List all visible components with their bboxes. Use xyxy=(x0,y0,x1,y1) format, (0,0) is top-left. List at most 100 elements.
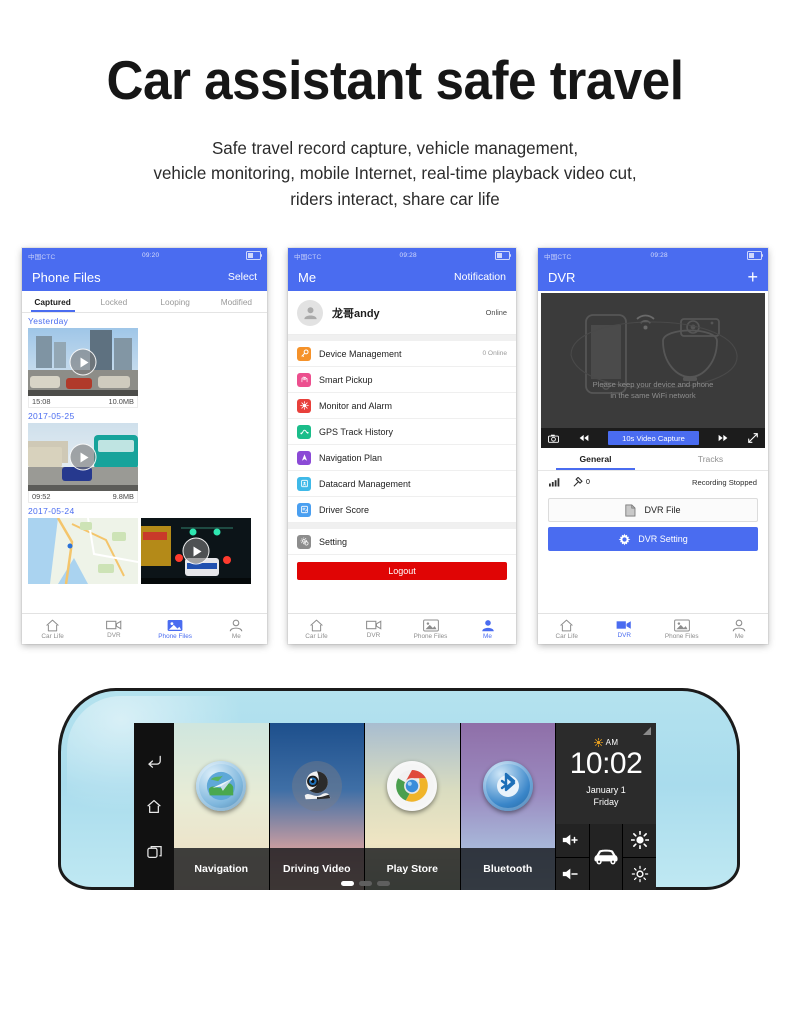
widget-column: AM 10:02 January 1 Friday xyxy=(556,723,656,890)
photos-icon xyxy=(673,618,690,632)
tab-label: Phone Files xyxy=(158,632,192,640)
map-thumbnail[interactable] xyxy=(28,518,138,584)
add-device-button[interactable]: + xyxy=(747,268,758,286)
play-icon[interactable] xyxy=(69,348,97,376)
dvr-file-button[interactable]: DVR File xyxy=(548,498,758,522)
date-group-label: 2017-05-25 xyxy=(28,411,75,421)
subtitle-line-3: riders interact, share car life xyxy=(290,188,500,209)
tab-phone-files[interactable]: Phone Files xyxy=(402,614,459,644)
dvr-preview[interactable]: Please keep your device and phone in the… xyxy=(541,293,765,448)
page-dot-active[interactable] xyxy=(340,881,354,886)
menu-item-monitor-alarm[interactable]: Monitor and Alarm xyxy=(288,393,516,419)
tab-car-life[interactable]: Car Life xyxy=(288,614,345,644)
tab-captured[interactable]: Captured xyxy=(22,291,83,312)
nav-title: DVR xyxy=(548,269,576,285)
recents-icon[interactable] xyxy=(146,845,162,859)
page-subtitle: Safe travel record capture, vehicle mana… xyxy=(12,136,778,212)
rewind-icon[interactable] xyxy=(579,434,589,442)
menu-item-device-management[interactable]: Device Management 0 Online xyxy=(288,341,516,367)
select-button[interactable]: Select xyxy=(228,271,257,283)
status-bar: 中国CTC 09:20 xyxy=(22,248,267,263)
nav-bar: DVR + xyxy=(538,263,768,291)
home-icon xyxy=(560,619,573,631)
brightness-high-button[interactable] xyxy=(623,824,656,857)
alarm-icon xyxy=(297,398,311,413)
tab-label: Car Life xyxy=(305,632,328,640)
fullscreen-icon[interactable] xyxy=(748,433,758,443)
hero-section: Car assistant safe travel Safe travel re… xyxy=(0,0,790,212)
satellite-status: 0 xyxy=(573,477,590,487)
clock-time: 10:02 xyxy=(569,747,643,781)
media-row xyxy=(22,518,267,584)
dvr-setting-button[interactable]: DVR Setting xyxy=(548,527,758,551)
tab-dvr[interactable]: DVR xyxy=(596,614,654,644)
tab-locked[interactable]: Locked xyxy=(83,291,144,312)
menu-item-datacard-management[interactable]: Datacard Management xyxy=(288,471,516,497)
tab-general[interactable]: General xyxy=(538,448,653,470)
notification-button[interactable]: Notification xyxy=(454,271,506,283)
video-meta: 09:52 9.8MB xyxy=(28,491,138,503)
app-tile-play-store[interactable]: Play Store xyxy=(365,723,461,890)
menu-item-navigation-plan[interactable]: Navigation Plan xyxy=(288,445,516,471)
tab-car-life[interactable]: Car Life xyxy=(22,614,83,644)
app-label: Play Store xyxy=(386,863,438,875)
bottom-tab-bar: Car Life DVR Phone Files Me xyxy=(22,613,267,644)
person-icon xyxy=(303,306,317,319)
signal-bars-icon xyxy=(549,478,560,487)
camera-icon[interactable] xyxy=(548,434,559,443)
map-icon xyxy=(28,518,138,584)
clock-widget[interactable]: AM 10:02 January 1 Friday xyxy=(556,723,656,824)
tab-me[interactable]: Me xyxy=(206,614,267,644)
home-icon[interactable] xyxy=(146,799,162,814)
menu-item-setting[interactable]: Setting xyxy=(288,529,516,555)
nav-bar: Phone Files Select xyxy=(22,263,267,291)
tab-modified[interactable]: Modified xyxy=(206,291,267,312)
clock-date-line-2: Friday xyxy=(593,797,619,807)
menu-item-gps-track-history[interactable]: GPS Track History xyxy=(288,419,516,445)
tab-me[interactable]: Me xyxy=(459,614,516,644)
fast-forward-icon[interactable] xyxy=(718,434,728,442)
photos-icon xyxy=(422,618,439,632)
app-tile-bluetooth[interactable]: Bluetooth xyxy=(460,723,556,890)
tab-label: Phone Files xyxy=(664,632,699,640)
pairing-illustration xyxy=(570,314,738,394)
capture-button[interactable]: 10s Video Capture xyxy=(608,431,699,445)
date-group-label: Yesterday xyxy=(28,316,69,326)
volume-up-button[interactable] xyxy=(556,824,589,857)
tab-looping[interactable]: Looping xyxy=(145,291,206,312)
clock-date-line-1: January 1 xyxy=(586,785,626,796)
video-time: 09:52 xyxy=(32,492,51,501)
globe-navigation-icon xyxy=(196,760,247,811)
ampm-row: AM xyxy=(593,738,619,748)
page-dot[interactable] xyxy=(376,881,390,886)
button-label: DVR File xyxy=(644,505,681,515)
volume-down-button[interactable] xyxy=(556,857,589,890)
play-icon[interactable] xyxy=(69,443,97,471)
play-icon[interactable] xyxy=(182,537,210,565)
car-button[interactable] xyxy=(589,824,623,890)
video-thumbnail[interactable] xyxy=(28,328,138,396)
status-bar: 中国CTC 09:28 xyxy=(538,248,768,263)
brightness-low-button[interactable] xyxy=(623,857,656,890)
back-icon[interactable] xyxy=(146,754,162,769)
tab-phone-files[interactable]: Phone Files xyxy=(145,614,206,644)
profile-row[interactable]: 龙哥andy Online xyxy=(288,291,516,335)
app-tile-navigation[interactable]: Navigation xyxy=(174,723,270,890)
navigation-icon xyxy=(297,450,311,465)
nav-bar: Me Notification xyxy=(288,263,516,291)
page-dot[interactable] xyxy=(358,881,372,886)
tab-me[interactable]: Me xyxy=(711,614,769,644)
logout-button[interactable]: Logout xyxy=(297,562,507,580)
clock-date: January 1 Friday xyxy=(586,785,626,808)
tab-label: Phone Files xyxy=(413,632,448,640)
app-tile-driving-video[interactable]: Driving Video xyxy=(269,723,365,890)
tab-dvr[interactable]: DVR xyxy=(345,614,402,644)
menu-item-smart-pickup[interactable]: Smart Pickup xyxy=(288,367,516,393)
tab-tracks[interactable]: Tracks xyxy=(653,448,768,470)
menu-item-driver-score[interactable]: Driver Score xyxy=(288,497,516,523)
video-thumbnail[interactable] xyxy=(141,518,251,584)
tab-phone-files[interactable]: Phone Files xyxy=(653,614,711,644)
tab-car-life[interactable]: Car Life xyxy=(538,614,596,644)
video-thumbnail[interactable] xyxy=(28,423,138,491)
tab-dvr[interactable]: DVR xyxy=(83,614,144,644)
